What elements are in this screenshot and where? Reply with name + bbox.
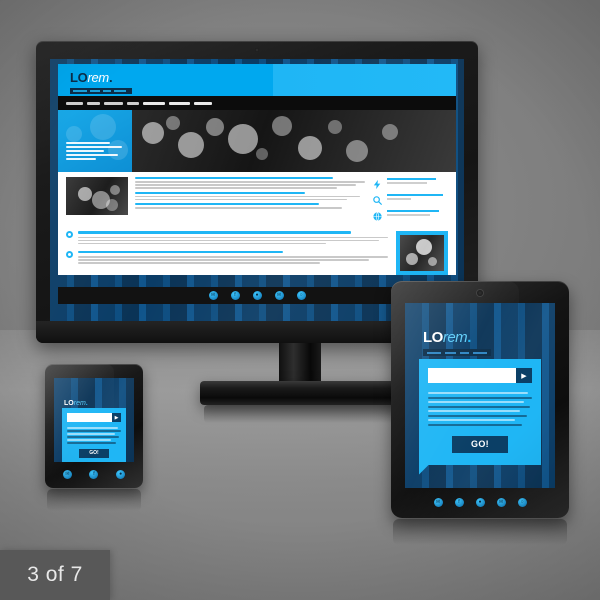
slide-counter-badge: 3 of 7	[0, 550, 110, 600]
vignette-overlay	[0, 0, 600, 600]
presentation-slide: LOrem.	[0, 0, 600, 600]
